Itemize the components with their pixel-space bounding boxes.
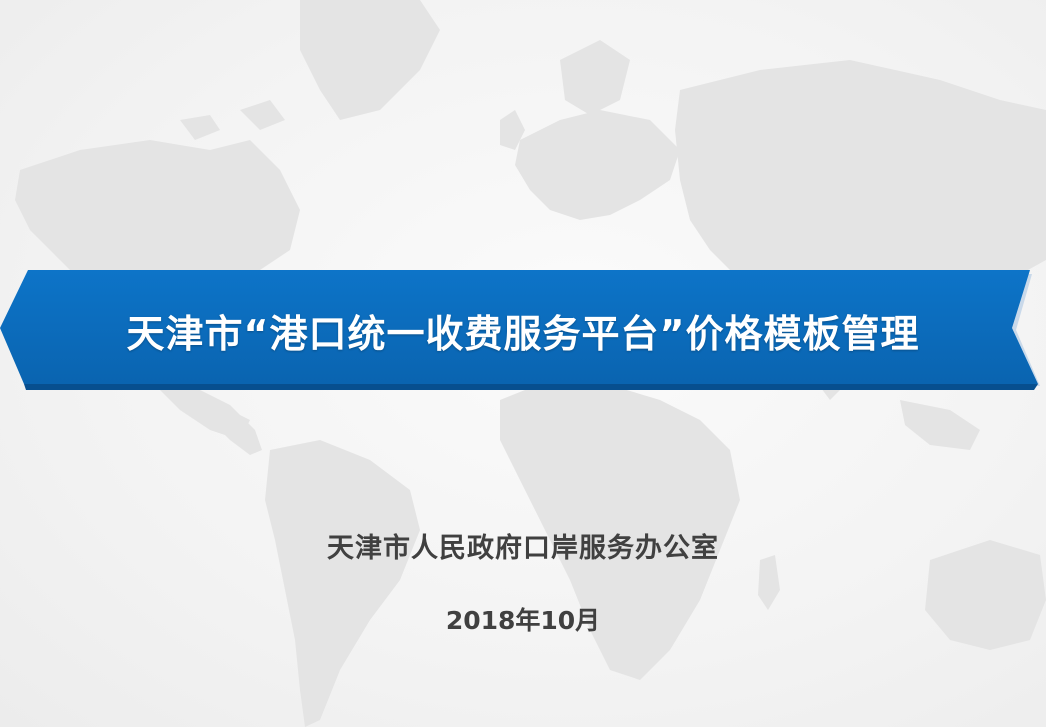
title-slide: 天津市“港口统一收费服务平台”价格模板管理 天津市人民政府口岸服务办公室 201… [0, 0, 1046, 727]
title-banner: 天津市“港口统一收费服务平台”价格模板管理 [0, 268, 1046, 392]
organization-name: 天津市人民政府口岸服务办公室 [327, 533, 719, 564]
slide-title: 天津市“港口统一收费服务平台”价格模板管理 [126, 311, 920, 356]
slide-date: 2018年10月 [445, 606, 601, 635]
